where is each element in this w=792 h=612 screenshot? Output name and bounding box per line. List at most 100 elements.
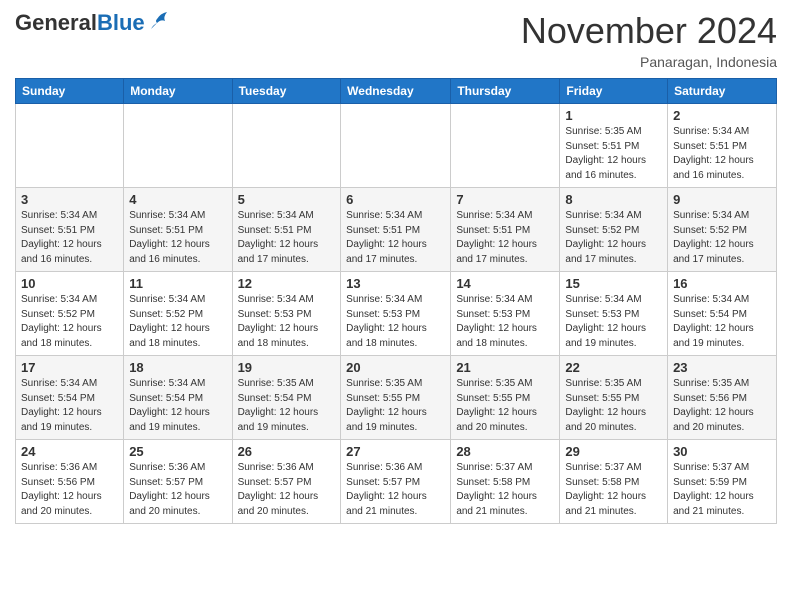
day-number: 11 (129, 276, 226, 291)
day-number: 2 (673, 108, 771, 123)
page: General Blue November 2024 Panaragan, In… (0, 0, 792, 539)
weekday-header: Wednesday (341, 79, 451, 104)
calendar-header-row: SundayMondayTuesdayWednesdayThursdayFrid… (16, 79, 777, 104)
day-info: Sunrise: 5:35 AM Sunset: 5:55 PM Dayligh… (456, 377, 554, 435)
day-info: Sunrise: 5:34 AM Sunset: 5:52 PM Dayligh… (565, 209, 662, 267)
weekday-header: Friday (560, 79, 668, 104)
day-number: 29 (565, 444, 662, 459)
day-info: Sunrise: 5:34 AM Sunset: 5:54 PM Dayligh… (21, 377, 118, 435)
logo-general: General (15, 10, 97, 36)
day-info: Sunrise: 5:34 AM Sunset: 5:51 PM Dayligh… (456, 209, 554, 267)
day-info: Sunrise: 5:34 AM Sunset: 5:51 PM Dayligh… (238, 209, 336, 267)
calendar-cell: 25Sunrise: 5:36 AM Sunset: 5:57 PM Dayli… (124, 440, 232, 524)
day-info: Sunrise: 5:36 AM Sunset: 5:57 PM Dayligh… (346, 461, 445, 519)
calendar-cell: 14Sunrise: 5:34 AM Sunset: 5:53 PM Dayli… (451, 272, 560, 356)
day-number: 17 (21, 360, 118, 375)
day-number: 7 (456, 192, 554, 207)
day-info: Sunrise: 5:34 AM Sunset: 5:52 PM Dayligh… (21, 293, 118, 351)
calendar-cell: 22 Sunrise: 5:35 AM Sunset: 5:55 PM Dayli… (560, 356, 668, 440)
calendar-cell (451, 104, 560, 188)
day-info: Sunrise: 5:34 AM Sunset: 5:53 PM Dayligh… (456, 293, 554, 351)
day-info: Sunrise: 5:34 AM Sunset: 5:53 PM Dayligh… (565, 293, 662, 351)
day-number: 9 (673, 192, 771, 207)
day-info: Sunrise: 5:34 AM Sunset: 5:52 PM Dayligh… (129, 293, 226, 351)
calendar: SundayMondayTuesdayWednesdayThursdayFrid… (15, 78, 777, 524)
month-title: November 2024 (521, 10, 777, 52)
calendar-cell: 17 Sunrise: 5:34 AM Sunset: 5:54 PM Dayli… (16, 356, 124, 440)
day-info: Sunrise: 5:34 AM Sunset: 5:51 PM Dayligh… (21, 209, 118, 267)
day-number: 26 (238, 444, 336, 459)
calendar-cell (341, 104, 451, 188)
weekday-header: Sunday (16, 79, 124, 104)
calendar-cell: 4 Sunrise: 5:34 AM Sunset: 5:51 PM Daylig… (124, 188, 232, 272)
header: General Blue November 2024 Panaragan, In… (15, 10, 777, 70)
calendar-cell: 28 Sunrise: 5:37 AM Sunset: 5:58 PM Dayli… (451, 440, 560, 524)
day-number: 4 (129, 192, 226, 207)
day-info: Sunrise: 5:37 AM Sunset: 5:58 PM Dayligh… (565, 461, 662, 519)
calendar-cell: 10 Sunrise: 5:34 AM Sunset: 5:52 PM Dayli… (16, 272, 124, 356)
day-number: 27 (346, 444, 445, 459)
day-number: 30 (673, 444, 771, 459)
calendar-cell: 13Sunrise: 5:34 AM Sunset: 5:53 PM Dayli… (341, 272, 451, 356)
calendar-cell: 15 Sunrise: 5:34 AM Sunset: 5:53 PM Dayli… (560, 272, 668, 356)
day-info: Sunrise: 5:36 AM Sunset: 5:57 PM Dayligh… (238, 461, 336, 519)
location: Panaragan, Indonesia (521, 54, 777, 70)
calendar-week-row: 24 Sunrise: 5:36 AM Sunset: 5:56 PM Dayli… (16, 440, 777, 524)
day-info: Sunrise: 5:34 AM Sunset: 5:51 PM Dayligh… (129, 209, 226, 267)
calendar-week-row: 17 Sunrise: 5:34 AM Sunset: 5:54 PM Dayli… (16, 356, 777, 440)
day-info: Sunrise: 5:35 AM Sunset: 5:54 PM Dayligh… (238, 377, 336, 435)
day-number: 19 (238, 360, 336, 375)
weekday-header: Thursday (451, 79, 560, 104)
day-info: Sunrise: 5:36 AM Sunset: 5:56 PM Dayligh… (21, 461, 118, 519)
day-number: 1 (565, 108, 662, 123)
calendar-cell: 12 Sunrise: 5:34 AM Sunset: 5:53 PM Dayli… (232, 272, 341, 356)
calendar-week-row: 1 Sunrise: 5:35 AM Sunset: 5:51 PM Daylig… (16, 104, 777, 188)
day-info: Sunrise: 5:34 AM Sunset: 5:51 PM Dayligh… (346, 209, 445, 267)
day-number: 20 (346, 360, 445, 375)
calendar-cell: 21Sunrise: 5:35 AM Sunset: 5:55 PM Dayli… (451, 356, 560, 440)
calendar-cell: 24 Sunrise: 5:36 AM Sunset: 5:56 PM Dayli… (16, 440, 124, 524)
calendar-cell: 18 Sunrise: 5:34 AM Sunset: 5:54 PM Dayli… (124, 356, 232, 440)
calendar-cell (232, 104, 341, 188)
calendar-week-row: 3Sunrise: 5:34 AM Sunset: 5:51 PM Daylig… (16, 188, 777, 272)
day-info: Sunrise: 5:34 AM Sunset: 5:53 PM Dayligh… (238, 293, 336, 351)
weekday-header: Monday (124, 79, 232, 104)
day-info: Sunrise: 5:35 AM Sunset: 5:51 PM Dayligh… (565, 125, 662, 183)
day-info: Sunrise: 5:34 AM Sunset: 5:52 PM Dayligh… (673, 209, 771, 267)
calendar-cell: 16 Sunrise: 5:34 AM Sunset: 5:54 PM Dayli… (668, 272, 777, 356)
calendar-week-row: 10 Sunrise: 5:34 AM Sunset: 5:52 PM Dayli… (16, 272, 777, 356)
day-number: 18 (129, 360, 226, 375)
day-info: Sunrise: 5:34 AM Sunset: 5:54 PM Dayligh… (673, 293, 771, 351)
calendar-cell: 26 Sunrise: 5:36 AM Sunset: 5:57 PM Dayli… (232, 440, 341, 524)
day-number: 28 (456, 444, 554, 459)
day-number: 5 (238, 192, 336, 207)
day-info: Sunrise: 5:35 AM Sunset: 5:56 PM Dayligh… (673, 377, 771, 435)
day-number: 12 (238, 276, 336, 291)
day-info: Sunrise: 5:37 AM Sunset: 5:58 PM Dayligh… (456, 461, 554, 519)
calendar-cell: 19 Sunrise: 5:35 AM Sunset: 5:54 PM Dayli… (232, 356, 341, 440)
day-info: Sunrise: 5:35 AM Sunset: 5:55 PM Dayligh… (565, 377, 662, 435)
day-number: 24 (21, 444, 118, 459)
calendar-cell: 30Sunrise: 5:37 AM Sunset: 5:59 PM Dayli… (668, 440, 777, 524)
calendar-cell: 11 Sunrise: 5:34 AM Sunset: 5:52 PM Dayli… (124, 272, 232, 356)
logo: General Blue (15, 10, 169, 36)
weekday-header: Saturday (668, 79, 777, 104)
calendar-cell: 27 Sunrise: 5:36 AM Sunset: 5:57 PM Dayli… (341, 440, 451, 524)
calendar-cell: 5 Sunrise: 5:34 AM Sunset: 5:51 PM Daylig… (232, 188, 341, 272)
calendar-cell: 3Sunrise: 5:34 AM Sunset: 5:51 PM Daylig… (16, 188, 124, 272)
day-info: Sunrise: 5:35 AM Sunset: 5:55 PM Dayligh… (346, 377, 445, 435)
weekday-header: Tuesday (232, 79, 341, 104)
day-number: 10 (21, 276, 118, 291)
calendar-cell: 2Sunrise: 5:34 AM Sunset: 5:51 PM Daylig… (668, 104, 777, 188)
day-number: 25 (129, 444, 226, 459)
day-info: Sunrise: 5:34 AM Sunset: 5:54 PM Dayligh… (129, 377, 226, 435)
day-number: 16 (673, 276, 771, 291)
day-number: 15 (565, 276, 662, 291)
calendar-cell: 29 Sunrise: 5:37 AM Sunset: 5:58 PM Dayli… (560, 440, 668, 524)
day-info: Sunrise: 5:34 AM Sunset: 5:53 PM Dayligh… (346, 293, 445, 351)
calendar-cell: 1 Sunrise: 5:35 AM Sunset: 5:51 PM Daylig… (560, 104, 668, 188)
calendar-cell: 8Sunrise: 5:34 AM Sunset: 5:52 PM Daylig… (560, 188, 668, 272)
calendar-cell: 6Sunrise: 5:34 AM Sunset: 5:51 PM Daylig… (341, 188, 451, 272)
day-number: 22 (565, 360, 662, 375)
calendar-cell: 20 Sunrise: 5:35 AM Sunset: 5:55 PM Dayli… (341, 356, 451, 440)
